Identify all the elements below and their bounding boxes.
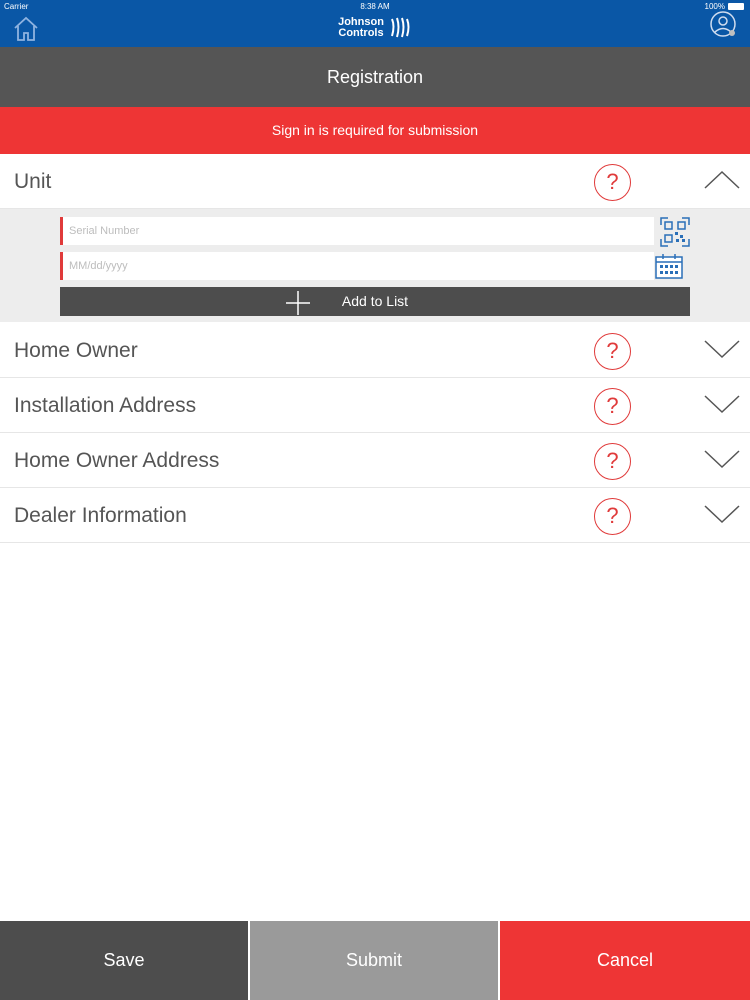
section-dealer-information-label: Dealer Information [14,504,187,527]
section-installation-address[interactable]: Installation Address ? [0,378,750,433]
section-unit[interactable]: Unit ? [0,154,750,209]
submit-button[interactable]: Submit [248,921,500,1000]
calendar-icon[interactable] [654,252,684,280]
save-button[interactable]: Save [0,921,248,1000]
brand-name: Johnson Controls [338,17,384,39]
status-battery-text: 100% [704,2,725,11]
date-input[interactable] [69,253,654,279]
qr-scan-icon[interactable] [659,216,691,248]
sign-in-alert: Sign in is required for submission [0,107,750,154]
battery-icon [728,3,744,10]
home-owner-help-icon[interactable]: ? [594,333,631,370]
section-home-owner-label: Home Owner [14,339,138,362]
chevron-up-icon[interactable] [703,168,741,192]
status-bar: Carrier 8:38 AM 100% [0,0,750,14]
dealer-information-help-icon[interactable]: ? [594,498,631,535]
brand-logo: Johnson Controls [0,13,750,43]
installation-address-help-icon[interactable]: ? [594,388,631,425]
unit-help-icon[interactable]: ? [594,164,631,201]
home-owner-address-help-icon[interactable]: ? [594,443,631,480]
section-home-owner-address-label: Home Owner Address [14,449,220,472]
add-to-list-label: Add to List [341,293,409,309]
add-to-list-button[interactable]: Add to List [60,287,690,316]
date-field[interactable] [60,252,654,280]
section-home-owner[interactable]: Home Owner ? [0,323,750,378]
brand-line-2: Controls [338,27,384,39]
user-account-icon[interactable] [710,11,738,39]
section-installation-address-label: Installation Address [14,394,197,417]
app-header: Carrier 8:38 AM 100% Johnson Controls [0,0,750,47]
chevron-down-icon[interactable] [703,337,741,361]
chevron-down-icon[interactable] [703,447,741,471]
status-time: 8:38 AM [360,2,390,11]
action-bar: Save Submit Cancel [0,921,750,1000]
section-home-owner-address[interactable]: Home Owner Address ? [0,433,750,488]
status-battery-group: 100% [705,2,744,11]
section-dealer-information[interactable]: Dealer Information ? [0,488,750,543]
cancel-button[interactable]: Cancel [500,921,750,1000]
section-unit-label: Unit [14,170,52,193]
brand-mark-icon [390,17,410,38]
plus-icon[interactable] [285,290,311,316]
serial-number-input[interactable] [69,218,654,244]
serial-number-field[interactable] [60,217,654,245]
chevron-down-icon[interactable] [703,392,741,416]
chevron-down-icon[interactable] [703,502,741,526]
page-title: Registration [0,47,750,107]
